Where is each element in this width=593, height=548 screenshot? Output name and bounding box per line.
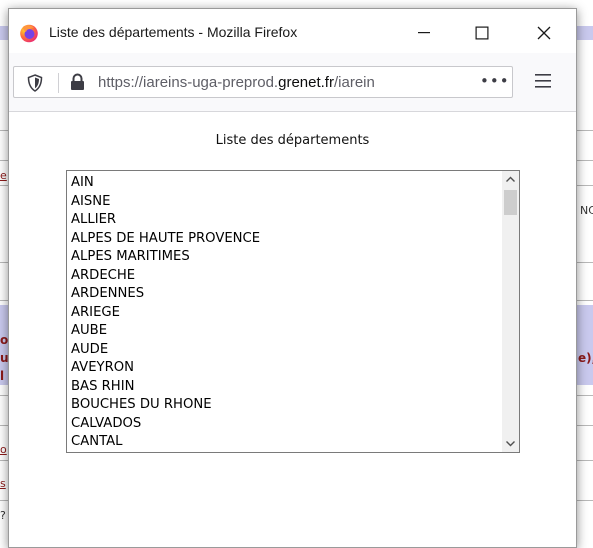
- title-bar[interactable]: Liste des départements - Mozilla Firefox: [9, 9, 576, 53]
- maximize-icon: [475, 26, 489, 40]
- url-text[interactable]: https://iareins-uga-preprod.grenet.fr/ia…: [98, 73, 474, 92]
- departement-option[interactable]: CALVADOS: [67, 415, 501, 434]
- address-bar-separator: [58, 73, 59, 93]
- scrollbar-thumb[interactable]: [504, 190, 517, 215]
- navigation-bar: https://iareins-uga-preprod.grenet.fr/ia…: [9, 53, 576, 112]
- departement-option[interactable]: BOUCHES DU RHONE: [67, 396, 501, 415]
- departement-option[interactable]: CANTAL: [67, 433, 501, 452]
- popup-window: Liste des départements - Mozilla Firefox…: [8, 8, 577, 548]
- firefox-logo-icon: [20, 24, 38, 43]
- departement-option[interactable]: BAS RHIN: [67, 378, 501, 397]
- scroll-down-arrow-icon[interactable]: [502, 435, 519, 452]
- departements-list: AIN AISNE ALLIER ALPES DE HAUTE PROVENCE ALP…: [67, 174, 501, 452]
- url-domain: grenet.fr: [278, 74, 334, 91]
- scroll-up-arrow-icon[interactable]: [502, 171, 519, 188]
- background-link-fragment[interactable]: o: [0, 444, 7, 456]
- hamburger-menu-icon[interactable]: [535, 74, 551, 88]
- departement-option[interactable]: ARDECHE: [67, 267, 501, 286]
- window-title: Liste des départements - Mozilla Firefox: [49, 24, 298, 40]
- departement-option[interactable]: ALPES DE HAUTE PROVENCE: [67, 230, 501, 249]
- departement-option[interactable]: ALPES MARITIMES: [67, 248, 501, 267]
- background-text-fragment: ?: [0, 509, 6, 522]
- maximize-button[interactable]: [459, 19, 505, 47]
- url-prefix: https://iareins-uga-preprod.: [98, 74, 279, 91]
- tracking-protection-shield-icon[interactable]: [27, 74, 43, 92]
- close-icon: [537, 26, 551, 40]
- lock-icon[interactable]: [70, 73, 85, 91]
- background-link-fragment[interactable]: s: [0, 478, 6, 490]
- page-content: Liste des départements AIN AISNE ALLIER ALP…: [9, 112, 576, 547]
- listbox-scrollbar[interactable]: [502, 171, 519, 452]
- minimize-button[interactable]: [401, 19, 447, 47]
- page-actions-menu-icon[interactable]: •••: [480, 72, 510, 90]
- departement-option[interactable]: AUBE: [67, 322, 501, 341]
- departement-option[interactable]: AVEYRON: [67, 359, 501, 378]
- departement-option[interactable]: AIN: [67, 174, 501, 193]
- background-text-fragment: NC: [580, 204, 593, 217]
- departement-option[interactable]: AISNE: [67, 193, 501, 212]
- departement-option[interactable]: ALLIER: [67, 211, 501, 230]
- departement-option[interactable]: AUDE: [67, 341, 501, 360]
- url-suffix: /iarein: [333, 74, 375, 91]
- minimize-icon: [418, 32, 430, 34]
- background-link-fragment[interactable]: e: [0, 170, 7, 182]
- page-heading: Liste des départements: [215, 133, 370, 148]
- background-text-fragment: l: [0, 369, 5, 383]
- address-bar[interactable]: https://iareins-uga-preprod.grenet.fr/ia…: [13, 66, 513, 98]
- close-button[interactable]: [521, 19, 567, 47]
- background-text-fragment: e),: [578, 351, 593, 365]
- departement-option[interactable]: ARIEGE: [67, 304, 501, 323]
- departements-listbox[interactable]: AIN AISNE ALLIER ALPES DE HAUTE PROVENCE ALP…: [66, 170, 520, 453]
- departement-option[interactable]: ARDENNES: [67, 285, 501, 304]
